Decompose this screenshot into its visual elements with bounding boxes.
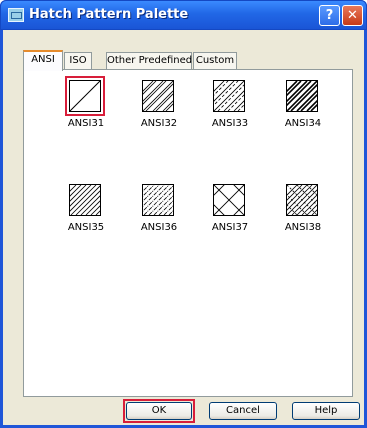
pattern-label: ANSI35: [67, 222, 105, 233]
tab-iso[interactable]: ISO: [64, 52, 92, 70]
pattern-label: ANSI34: [284, 118, 322, 129]
pattern-ansi32[interactable]: ANSI32: [124, 76, 194, 146]
pattern-swatch: [142, 184, 174, 216]
pattern-label: ANSI31: [67, 118, 105, 129]
pattern-label: ANSI38: [284, 222, 322, 233]
title-help-button[interactable]: ?: [319, 5, 340, 26]
window-title: Hatch Pattern Palette: [29, 7, 189, 22]
tab-other-predefined[interactable]: Other Predefined: [106, 52, 192, 70]
pattern-label: ANSI32: [140, 118, 178, 129]
pattern-label: ANSI33: [211, 118, 249, 129]
help-button[interactable]: Help: [292, 402, 360, 420]
dialog-body: ANSI ISO Other Predefined Custom ANSI31: [11, 36, 361, 423]
pattern-swatch: [142, 80, 174, 112]
pattern-swatch: [286, 184, 318, 216]
pattern-ansi33[interactable]: ANSI33: [195, 76, 265, 146]
close-button[interactable]: ✕: [342, 5, 363, 26]
pattern-ansi38[interactable]: ANSI38: [268, 180, 338, 250]
pattern-ansi37[interactable]: ANSI37: [195, 180, 265, 250]
pattern-ansi31[interactable]: ANSI31: [51, 76, 121, 146]
pattern-swatch: [69, 184, 101, 216]
pattern-label: ANSI37: [211, 222, 249, 233]
selection-highlight: [65, 76, 105, 116]
cancel-button[interactable]: Cancel: [209, 402, 277, 420]
pattern-panel: ANSI31 ANSI32 ANSI33 ANSI34 ANSI35 ANSI3…: [23, 69, 353, 397]
pattern-swatch: [213, 80, 245, 112]
pattern-ansi34[interactable]: ANSI34: [268, 76, 338, 146]
pattern-swatch: [286, 80, 318, 112]
tab-custom[interactable]: Custom: [193, 52, 237, 70]
tab-ansi[interactable]: ANSI: [23, 50, 63, 71]
pattern-label: ANSI36: [140, 222, 178, 233]
pattern-ansi35[interactable]: ANSI35: [51, 180, 121, 250]
hatch-pattern-palette-dialog: Hatch Pattern Palette ? ✕ ANSI ISO Other…: [0, 0, 367, 428]
pattern-ansi36[interactable]: ANSI36: [124, 180, 194, 250]
title-bar[interactable]: Hatch Pattern Palette ? ✕: [0, 0, 367, 30]
app-icon: [8, 8, 24, 22]
pattern-swatch: [213, 184, 245, 216]
ok-button[interactable]: OK: [126, 402, 192, 420]
